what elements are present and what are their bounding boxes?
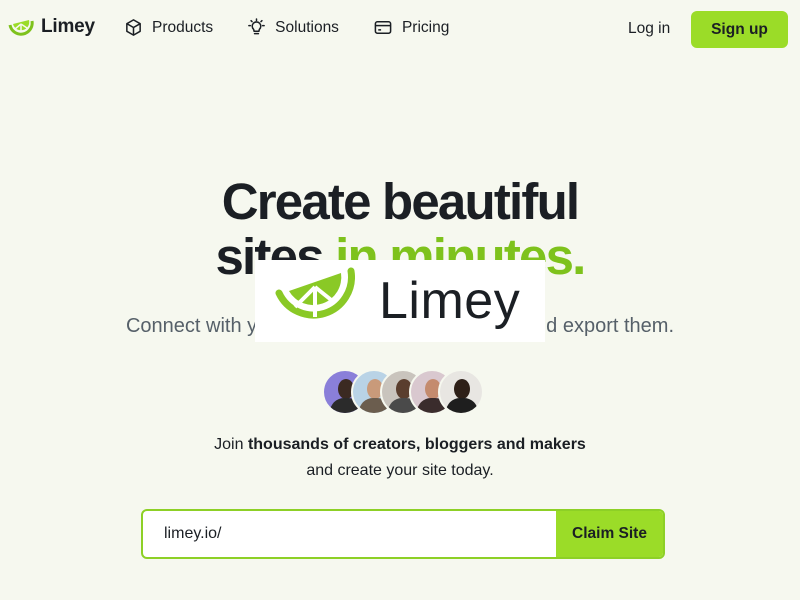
lightbulb-icon bbox=[247, 18, 266, 37]
nav-links: Products Solutions Pricing bbox=[124, 18, 449, 37]
nav-pricing-label: Pricing bbox=[401, 18, 450, 36]
nav-products-label: Products bbox=[152, 18, 214, 36]
nav-products[interactable]: Products bbox=[124, 18, 213, 37]
lime-icon bbox=[8, 17, 34, 37]
avatar-5 bbox=[438, 369, 484, 415]
join-line-1: Join thousands of creators, bloggers and… bbox=[0, 432, 800, 458]
nav-pricing[interactable]: Pricing bbox=[373, 18, 449, 37]
brand-logo[interactable]: Limey bbox=[8, 16, 95, 38]
brand-name: Limey bbox=[41, 16, 95, 37]
avatar-group bbox=[322, 369, 522, 415]
headline-line-1: Create beautiful bbox=[221, 173, 580, 230]
signup-button[interactable]: Sign up bbox=[691, 11, 788, 48]
nav-solutions[interactable]: Solutions bbox=[247, 18, 339, 37]
claim-site-form: Claim Site bbox=[141, 509, 665, 559]
join-line-2: and create your site today. bbox=[306, 462, 494, 479]
social-proof-text: Join thousands of creators, bloggers and… bbox=[0, 432, 800, 484]
site-url-input[interactable] bbox=[143, 511, 556, 557]
top-nav: Limey Products Solutions Pricing Log in … bbox=[0, 0, 800, 58]
watermark-text: Limey bbox=[379, 272, 521, 330]
lime-watermark-icon bbox=[275, 265, 355, 338]
join-bold: thousands of creators, bloggers and make… bbox=[247, 436, 586, 453]
join-prefix: Join bbox=[214, 436, 248, 453]
cube-icon bbox=[124, 18, 143, 37]
credit-card-icon bbox=[373, 18, 393, 37]
login-link[interactable]: Log in bbox=[628, 20, 670, 38]
claim-site-button[interactable]: Claim Site bbox=[556, 511, 663, 557]
limey-watermark: Limey bbox=[255, 260, 545, 342]
nav-solutions-label: Solutions bbox=[275, 18, 339, 36]
